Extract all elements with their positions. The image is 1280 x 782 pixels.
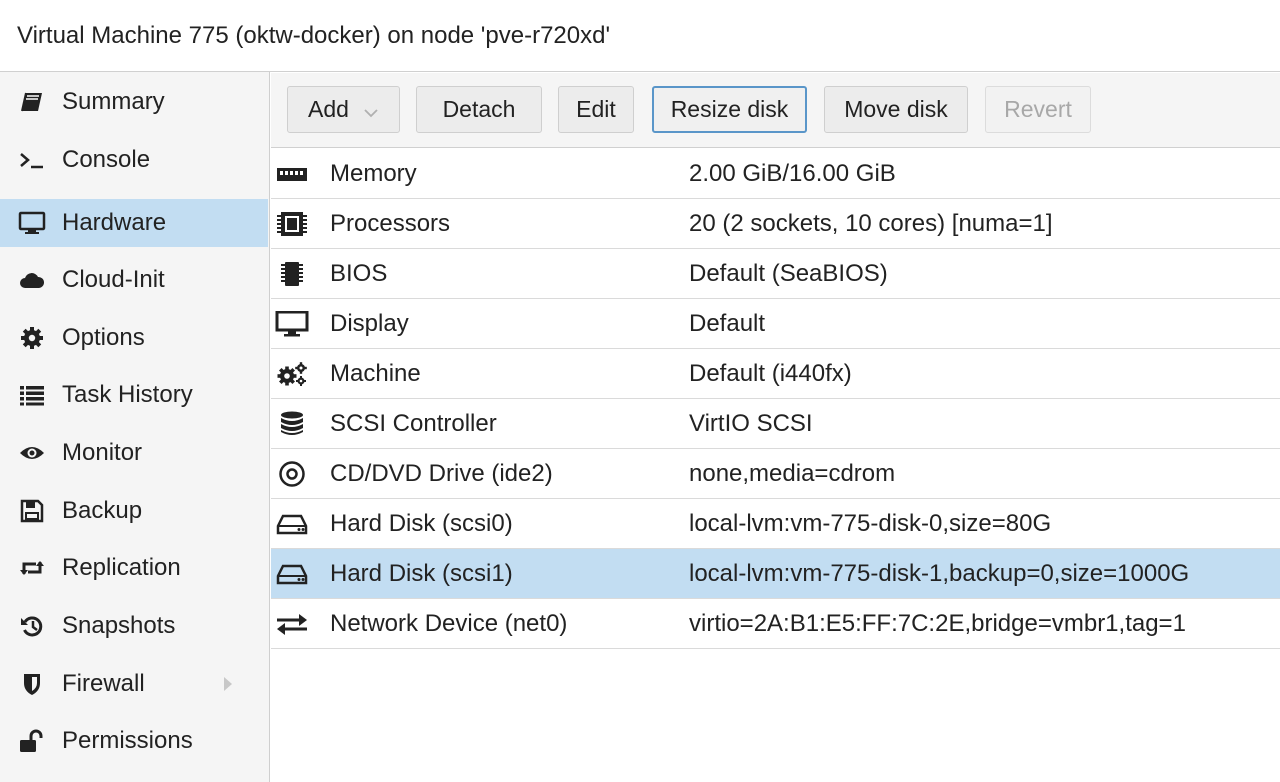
chevron-down-icon <box>363 88 379 133</box>
sidebar-item-label: Console <box>62 146 151 173</box>
hardware-row-network-device[interactable]: Network Device (net0) virtio=2A:B1:E5:FF… <box>271 599 1280 649</box>
monitor-icon <box>18 211 46 235</box>
sidebar-item-hardware[interactable]: Hardware <box>0 199 268 247</box>
sidebar-item-replication[interactable]: Replication <box>0 544 268 592</box>
sidebar-item-console[interactable]: Console <box>0 136 268 184</box>
unlock-icon <box>18 729 46 753</box>
sidebar-item-label: Options <box>62 324 145 351</box>
add-button-label: Add <box>308 96 349 122</box>
sidebar-item-snapshots[interactable]: Snapshots <box>0 602 268 650</box>
book-icon <box>18 90 46 114</box>
sidebar-item-backup[interactable]: Backup <box>0 487 268 535</box>
hardware-row-display[interactable]: Display Default <box>271 299 1280 349</box>
sidebar-item-firewall[interactable]: Firewall <box>0 660 268 708</box>
hardware-value: 20 (2 sockets, 10 cores) [numa=1] <box>689 210 1053 237</box>
sidebar-item-label: Monitor <box>62 439 143 466</box>
retweet-icon <box>18 556 46 580</box>
hardware-name: Processors <box>330 210 451 237</box>
hardware-row-scsi-controller[interactable]: SCSI Controller VirtIO SCSI <box>271 399 1280 449</box>
sidebar-item-label: Permissions <box>62 727 193 754</box>
hardware-row-machine[interactable]: Machine Default (i440fx) <box>271 349 1280 399</box>
cdrom-icon <box>275 461 309 487</box>
sidebar-item-task-history[interactable]: Task History <box>0 371 268 419</box>
revert-button[interactable]: Revert <box>985 86 1091 133</box>
hardware-value: virtio=2A:B1:E5:FF:7C:2E,bridge=vmbr1,ta… <box>689 610 1186 637</box>
gear-icon <box>18 326 46 350</box>
resize-disk-button[interactable]: Resize disk <box>652 86 807 133</box>
cloud-icon <box>18 268 46 292</box>
edit-button[interactable]: Edit <box>558 86 634 133</box>
terminal-icon <box>18 148 46 172</box>
hardware-row-bios[interactable]: BIOS Default (SeaBIOS) <box>271 249 1280 299</box>
sidebar-item-label: Task History <box>62 381 193 408</box>
window-titlebar: Virtual Machine 775 (oktw-docker) on nod… <box>0 0 1280 72</box>
hardware-row-processors[interactable]: Processors 20 (2 sockets, 10 cores) [num… <box>271 199 1280 249</box>
sidebar-item-cloud-init[interactable]: Cloud-Init <box>0 256 268 304</box>
history-icon <box>18 614 46 638</box>
window-title: Virtual Machine 775 (oktw-docker) on nod… <box>17 22 611 49</box>
sidebar-item-label: Summary <box>62 88 165 115</box>
hdd-icon <box>275 561 309 587</box>
hardware-row-cdrom[interactable]: CD/DVD Drive (ide2) none,media=cdrom <box>271 449 1280 499</box>
sidebar-item-label: Firewall <box>62 670 145 697</box>
hardware-value: Default <box>689 310 766 337</box>
hardware-value: Default (i440fx) <box>689 360 852 387</box>
display-icon <box>275 311 309 337</box>
hardware-name: CD/DVD Drive (ide2) <box>330 460 553 487</box>
hardware-name: BIOS <box>330 260 388 287</box>
hardware-name: Hard Disk (scsi0) <box>330 510 513 537</box>
hardware-value: none,media=cdrom <box>689 460 896 487</box>
hardware-row-hard-disk-scsi0[interactable]: Hard Disk (scsi0) local-lvm:vm-775-disk-… <box>271 499 1280 549</box>
expand-arrow-icon[interactable] <box>222 674 234 694</box>
sidebar-nav: Summary Console Hardware Cloud-Init Opti… <box>0 72 270 782</box>
hardware-row-memory[interactable]: Memory 2.00 GiB/16.00 GiB <box>271 149 1280 199</box>
hardware-name: Display <box>330 310 409 337</box>
detach-button[interactable]: Detach <box>416 86 542 133</box>
hardware-value: Default (SeaBIOS) <box>689 260 888 287</box>
sidebar-item-summary[interactable]: Summary <box>0 78 268 126</box>
exchange-icon <box>275 611 309 637</box>
hardware-value: VirtIO SCSI <box>689 410 813 437</box>
floppy-icon <box>18 499 46 523</box>
database-icon <box>275 411 309 437</box>
sidebar-item-label: Hardware <box>62 209 167 236</box>
sidebar-item-permissions[interactable]: Permissions <box>0 717 268 765</box>
memory-icon <box>275 161 309 187</box>
sidebar-item-label: Snapshots <box>62 612 176 639</box>
sidebar-item-label: Backup <box>62 497 143 524</box>
hardware-name: SCSI Controller <box>330 410 497 437</box>
hardware-name: Network Device (net0) <box>330 610 568 637</box>
shield-icon <box>18 672 46 696</box>
sidebar-item-label: Replication <box>62 554 181 581</box>
hardware-name: Memory <box>330 160 417 187</box>
add-button[interactable]: Add <box>287 86 400 133</box>
hardware-toolbar: Add Detach Edit Resize disk Move disk Re… <box>271 73 1280 148</box>
hdd-icon <box>275 511 309 537</box>
sidebar-item-label: Cloud-Init <box>62 266 165 293</box>
list-icon <box>18 383 46 407</box>
hardware-row-hard-disk-scsi1[interactable]: Hard Disk (scsi1) local-lvm:vm-775-disk-… <box>271 549 1280 599</box>
hardware-value: 2.00 GiB/16.00 GiB <box>689 160 896 187</box>
cpu-icon <box>275 211 309 237</box>
hardware-name: Hard Disk (scsi1) <box>330 560 513 587</box>
hardware-name: Machine <box>330 360 421 387</box>
sidebar-item-options[interactable]: Options <box>0 314 268 362</box>
eye-icon <box>18 441 46 465</box>
move-disk-button[interactable]: Move disk <box>824 86 968 133</box>
cogs-icon <box>275 361 309 387</box>
sidebar-item-monitor[interactable]: Monitor <box>0 429 268 477</box>
hardware-value: local-lvm:vm-775-disk-1,backup=0,size=10… <box>689 560 1190 587</box>
hardware-value: local-lvm:vm-775-disk-0,size=80G <box>689 510 1052 537</box>
bios-chip-icon <box>275 261 309 287</box>
